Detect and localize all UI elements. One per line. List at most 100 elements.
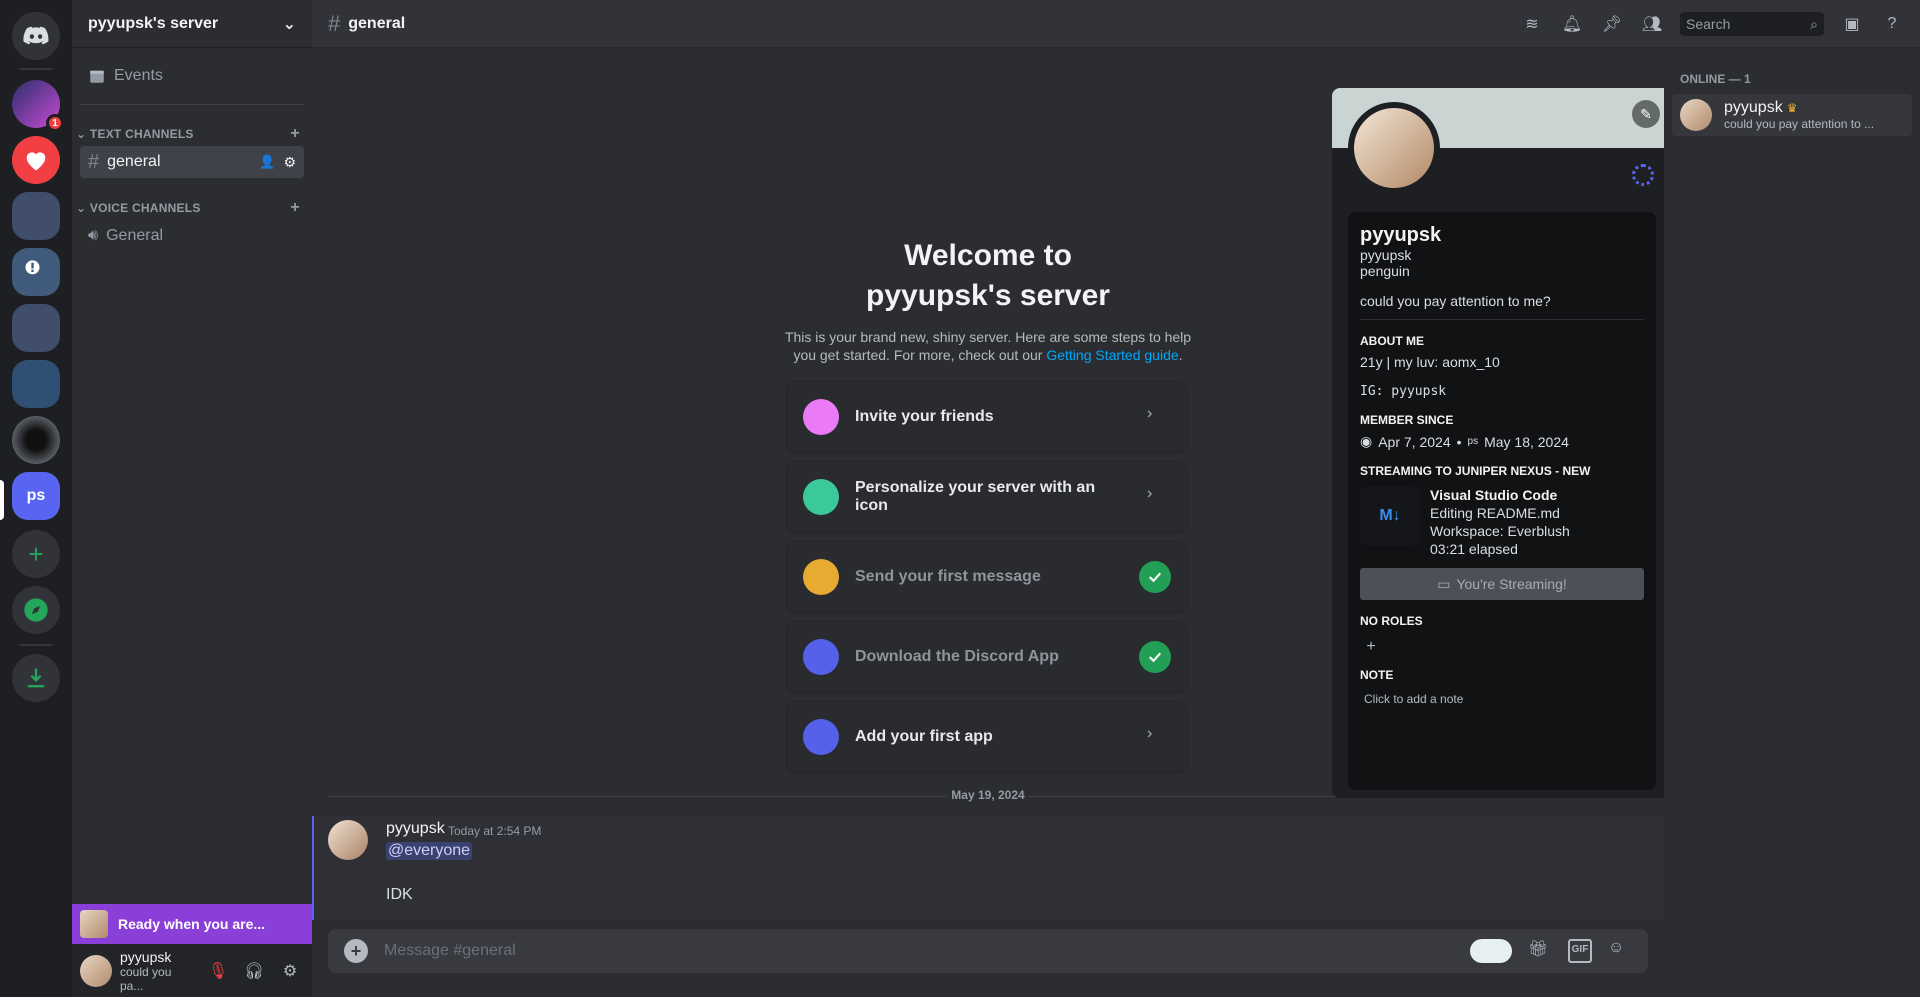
server-folder-2[interactable] <box>12 304 60 352</box>
discord-since-date: Apr 7, 2024 <box>1378 433 1451 450</box>
deafen-button[interactable]: 🎧︎ <box>240 957 268 985</box>
heart-icon <box>26 152 46 171</box>
welcome-title-line1: Welcome to <box>904 239 1072 272</box>
alert-icon <box>25 260 40 275</box>
add-server-button[interactable]: + <box>12 530 60 578</box>
server-juniper-nexus[interactable]: 1 <box>12 80 64 132</box>
discord-logo-icon <box>23 26 49 45</box>
add-channel-icon[interactable]: + <box>290 125 300 143</box>
speaker-icon: 🔊︎ <box>88 227 99 244</box>
nitro-badge-icon[interactable] <box>1632 164 1654 186</box>
help-icon[interactable]: ? <box>1880 12 1904 36</box>
step-first-message[interactable]: Send your first message <box>787 542 1187 612</box>
members-icon[interactable]: 👥︎ <box>1640 12 1664 36</box>
member-item[interactable]: pyyupsk ♛ could you pay attention to ... <box>1672 94 1912 136</box>
message-input[interactable]: Message #general <box>384 942 1454 960</box>
server-folder-3[interactable] <box>12 360 60 408</box>
text-channels-category[interactable]: ⌄ TEXT CHANNELS + <box>76 124 308 144</box>
step-personalize-icon[interactable]: Personalize your server with an icon › <box>787 462 1187 532</box>
phone-icon <box>803 639 839 675</box>
sidebar-divider <box>80 104 304 105</box>
getting-started-link[interactable]: Getting Started guide <box>1046 347 1178 363</box>
welcome-title-line2: pyyupsk's server <box>866 279 1110 312</box>
profile-custom-status: could you pay attention to me? <box>1360 293 1644 320</box>
activity-state: Workspace: Everblush <box>1430 523 1570 539</box>
active-server-pill <box>0 480 4 520</box>
chevron-right-icon: › <box>1147 485 1153 502</box>
server-dark-orb[interactable] <box>12 416 60 464</box>
events-item[interactable]: Events <box>80 60 304 92</box>
download-apps-button[interactable] <box>12 654 60 702</box>
date-divider-label: May 19, 2024 <box>947 788 1029 802</box>
step-add-app[interactable]: Add your first app › <box>787 702 1187 772</box>
member-since-row: ◉ Apr 7, 2024 • ps May 18, 2024 <box>1360 433 1644 450</box>
about-heading: ABOUT ME <box>1360 334 1424 348</box>
category-label: VOICE CHANNELS <box>89 201 201 215</box>
user-info[interactable]: pyyupsk could you pa... <box>120 949 196 993</box>
user-panel: pyyupsk could you pa... 🎙︎ 🎧︎ ⚙ <box>72 944 312 997</box>
upload-plus-icon[interactable]: + <box>344 939 368 963</box>
channel-general[interactable]: # general 👤 ⚙ <box>80 146 304 178</box>
user-profile-card: ✎ pyyupsk pyyupsk penguin could you pay … <box>1332 88 1672 798</box>
server-red-heart[interactable] <box>12 136 60 184</box>
voice-channels-category[interactable]: ⌄ VOICE CHANNELS + <box>76 198 308 218</box>
server-alert[interactable] <box>12 248 60 296</box>
add-channel-icon[interactable]: + <box>290 199 300 217</box>
server-header[interactable]: pyyupsk's server ⌄ <box>72 0 312 48</box>
dot-separator: • <box>1456 433 1462 450</box>
discord-home-button[interactable] <box>12 12 60 60</box>
step-invite-friends[interactable]: Invite your friends › <box>787 382 1187 452</box>
everyone-mention[interactable]: @everyone <box>386 842 473 860</box>
note-heading: NOTE <box>1360 668 1394 682</box>
bell-icon[interactable]: 🔔︎ <box>1560 12 1584 36</box>
notification-badge: 1 <box>46 114 64 132</box>
inbox-icon[interactable]: ▣ <box>1840 12 1864 36</box>
profile-avatar[interactable] <box>1348 102 1440 194</box>
message-composer[interactable]: + Message #general 🎁︎ GIF ☺ <box>328 929 1648 973</box>
gear-icon[interactable]: ⚙ <box>283 154 296 171</box>
member-name: pyyupsk <box>1724 99 1783 116</box>
download-icon <box>27 668 45 688</box>
threads-icon[interactable]: ≋ <box>1520 12 1544 36</box>
note-input[interactable]: Click to add a note <box>1360 692 1644 706</box>
server-folder-1[interactable] <box>12 192 60 240</box>
step-label: Personalize your server with an icon <box>855 479 1096 514</box>
pin-icon[interactable]: 📌︎ <box>1600 12 1624 36</box>
user-name: pyyupsk <box>120 948 172 965</box>
message-author[interactable]: pyyupsk <box>386 820 445 838</box>
avatar <box>1680 99 1712 131</box>
add-role-button[interactable]: + <box>1360 636 1382 658</box>
server-ps[interactable]: ps <box>12 472 60 520</box>
mute-button[interactable]: 🎙︎ <box>204 957 232 985</box>
message-row[interactable]: pyyupsk Today at 2:54 PM @everyone IDK <box>312 816 1664 920</box>
explore-servers-button[interactable] <box>12 586 60 634</box>
main-area: # general ≋ 🔔︎ 📌︎ 👥︎ Search ⌕ ▣ ? Welcom… <box>312 0 1920 997</box>
step-download-app[interactable]: Download the Discord App <box>787 622 1187 692</box>
message-timestamp: Today at 2:54 PM <box>448 824 542 838</box>
gift-icon[interactable]: 🎁︎ <box>1528 939 1552 963</box>
promo-banner[interactable]: Ready when you are... <box>72 904 312 944</box>
server-since-date: May 18, 2024 <box>1484 433 1569 450</box>
message-icon <box>803 559 839 595</box>
app-launcher-icon[interactable] <box>1470 939 1512 963</box>
plus-icon: + <box>28 538 44 569</box>
server-icon: ps <box>1467 436 1479 447</box>
streaming-button[interactable]: ▭ You're Streaming! <box>1360 568 1644 600</box>
user-settings-button[interactable]: ⚙ <box>276 957 304 985</box>
channel-label: General <box>106 227 164 244</box>
chevron-icon: ⌄ <box>76 127 90 141</box>
server-rail: 1 ps + <box>0 0 72 997</box>
voice-channel-general[interactable]: 🔊︎ General <box>80 220 304 252</box>
server-ps-label: ps <box>26 487 46 504</box>
invite-icon[interactable]: 👤 <box>259 154 275 170</box>
avatar[interactable] <box>80 954 112 987</box>
promo-avatar <box>80 910 108 938</box>
chat-content: Welcome to pyyupsk's server This is your… <box>312 48 1672 997</box>
search-input[interactable]: Search ⌕ <box>1680 12 1824 36</box>
gif-icon[interactable]: GIF <box>1568 939 1592 963</box>
edit-profile-button[interactable]: ✎ <box>1632 100 1660 128</box>
avatar[interactable] <box>328 820 368 860</box>
sticker-icon[interactable]: ☺ <box>1608 939 1632 963</box>
step-label: Download the Discord App <box>855 648 1059 665</box>
profile-display-name: pyyupsk <box>1360 224 1442 246</box>
